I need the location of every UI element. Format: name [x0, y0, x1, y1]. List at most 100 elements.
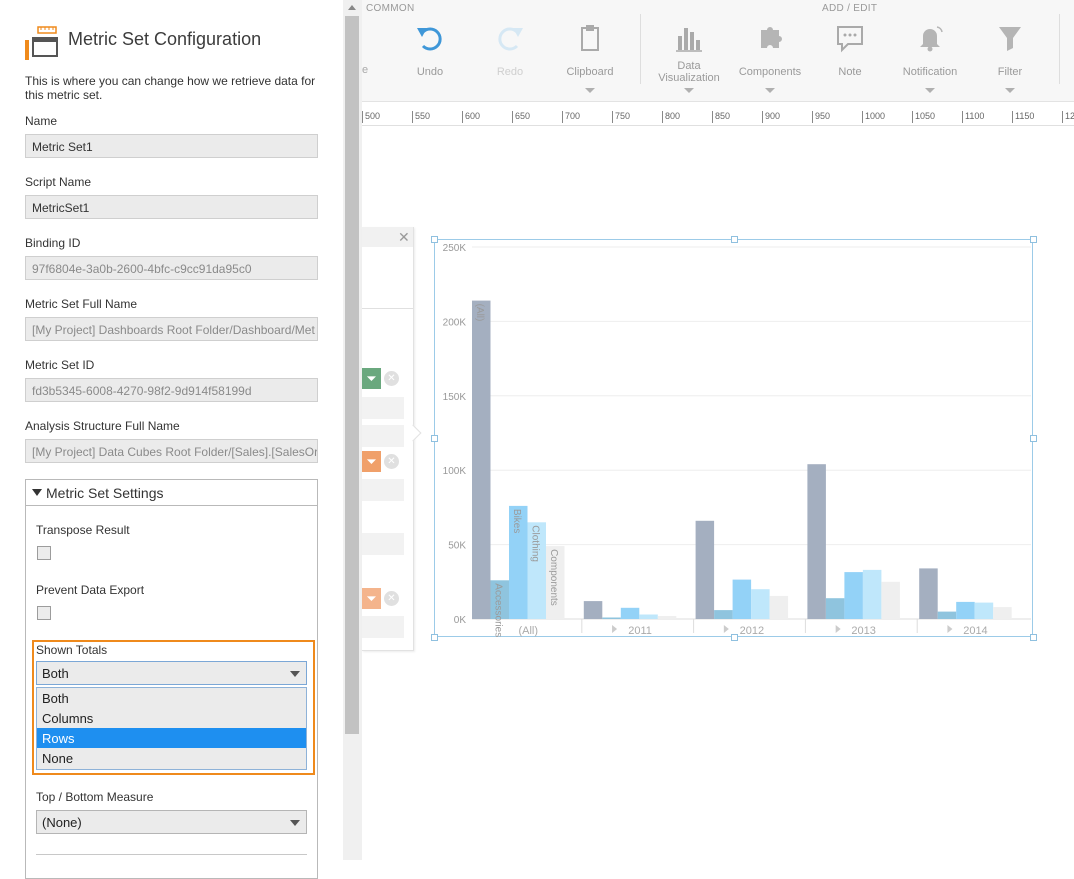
data-visualization-button[interactable]: Data Visualization — [654, 20, 724, 98]
chart-bar — [658, 616, 677, 619]
ruler-tick: 12 — [1062, 111, 1074, 123]
x-tick-label: 2012 — [740, 625, 764, 637]
notification-label: Notification — [895, 66, 965, 78]
chart-bar — [733, 580, 752, 619]
metric-set-settings-title: Metric Set Settings — [46, 485, 164, 501]
chart-bar — [602, 618, 621, 620]
data-visualization-label: Data Visualization — [654, 60, 724, 84]
shown-totals-option-rows[interactable]: Rows — [37, 728, 306, 748]
shown-totals-option-both[interactable]: Both — [37, 688, 306, 708]
chevron-down-icon[interactable] — [290, 671, 300, 677]
field-slot[interactable] — [362, 616, 404, 638]
toolbar-separator — [1059, 14, 1060, 84]
y-tick-label: 0K — [454, 615, 467, 626]
undo-label: Undo — [395, 66, 465, 78]
field-slot[interactable] — [362, 479, 404, 501]
metric-set-full-name-label: Metric Set Full Name — [25, 297, 137, 311]
chart-bar — [696, 521, 715, 619]
name-label: Name — [25, 114, 57, 128]
binding-id-label: Binding ID — [25, 236, 80, 250]
collapse-caret-icon[interactable] — [32, 489, 42, 496]
shown-totals-option-none[interactable]: None — [37, 748, 306, 768]
binding-id-field[interactable]: 97f6804e-3a0b-2600-4bfc-c9cc91da95c0 — [25, 256, 318, 280]
metric-set-settings-section: Metric Set Settings Transpose Result Pre… — [25, 479, 318, 879]
components-label: Components — [735, 66, 805, 78]
chart-bar — [751, 589, 770, 619]
clipboard-label: Clipboard — [555, 66, 625, 78]
shown-totals-select[interactable]: Both — [36, 661, 307, 685]
scroll-up-icon[interactable] — [348, 5, 356, 10]
series-data-label: (All) — [474, 304, 485, 322]
y-tick-label: 150K — [443, 392, 467, 403]
ruler-tick: 1100 — [962, 111, 984, 123]
data-panel-fragment: ✕ ⏷ ✕ ⏷ ✕ ⏷ ✕ — [362, 227, 414, 651]
chevron-down-icon[interactable] — [290, 820, 300, 826]
chart-bar — [993, 607, 1012, 619]
metric-set-full-name-field[interactable]: [My Project] Dashboards Root Folder/Dash… — [25, 317, 318, 341]
close-icon[interactable]: ✕ — [398, 229, 410, 246]
bar-chart[interactable]: 0K50K100K150K200K250K(All)AccessoriesBik… — [434, 239, 1034, 639]
panel-description: This is where you can change how we retr… — [25, 74, 325, 102]
scrollbar-thumb[interactable] — [345, 16, 359, 734]
shown-totals-options: Both Columns Rows None — [36, 687, 307, 770]
clipboard-icon — [575, 22, 605, 54]
analysis-structure-full-name-field[interactable]: [My Project] Data Cubes Root Folder/[Sal… — [25, 439, 318, 463]
ribbon-toolbar: COMMON ADD / EDIT e Undo Redo Clipboard — [362, 0, 1074, 102]
expand-arrow-icon[interactable] — [836, 625, 841, 633]
shown-totals-option-columns[interactable]: Columns — [37, 708, 306, 728]
chart-bar — [919, 568, 938, 619]
metric-set-settings-header[interactable]: Metric Set Settings — [26, 480, 317, 506]
notification-button[interactable]: Notification — [895, 20, 965, 98]
x-tick-label: 2014 — [963, 625, 987, 637]
bar-chart-icon — [674, 22, 704, 54]
panel-scrollbar[interactable] — [343, 0, 362, 860]
data-panel-header: ✕ — [362, 227, 413, 247]
ruler-tick: 800 — [662, 111, 680, 123]
metric-set-id-field[interactable]: fd3b5345-6008-4270-98f2-9d914f58199d — [25, 378, 318, 402]
shown-totals-label: Shown Totals — [36, 643, 107, 657]
components-button[interactable]: Components — [735, 20, 805, 98]
filter-button[interactable]: Filter — [975, 20, 1045, 98]
filter-icon — [995, 22, 1025, 54]
remove-icon[interactable]: ✕ — [384, 591, 399, 606]
dropdown-arrow-icon[interactable] — [585, 88, 595, 93]
note-button[interactable]: Note — [815, 20, 885, 98]
filter-icon[interactable]: ⏷ — [362, 368, 381, 389]
ruler-tick: 650 — [512, 111, 530, 123]
ruler-tick: 1000 — [862, 111, 885, 123]
ruler-tick: 600 — [462, 111, 480, 123]
dropdown-arrow-icon[interactable] — [1005, 88, 1015, 93]
top-bottom-measure-label: Top / Bottom Measure — [36, 790, 153, 804]
filter-icon[interactable]: ⏷ — [362, 451, 381, 472]
y-tick-label: 200K — [443, 317, 467, 328]
remove-icon[interactable]: ✕ — [384, 454, 399, 469]
prevent-data-export-checkbox[interactable] — [37, 606, 51, 620]
ruler-tick: 850 — [712, 111, 730, 123]
field-slot[interactable] — [362, 425, 404, 447]
top-bottom-measure-select[interactable]: (None) — [36, 810, 307, 834]
expand-arrow-icon[interactable] — [724, 625, 729, 633]
expand-arrow-icon[interactable] — [612, 625, 617, 633]
divider — [36, 854, 307, 855]
undo-button[interactable]: Undo — [395, 20, 465, 98]
chart-bar — [639, 615, 658, 620]
dropdown-arrow-icon[interactable] — [925, 88, 935, 93]
y-tick-label: 100K — [443, 466, 467, 477]
dropdown-arrow-icon[interactable] — [684, 88, 694, 93]
script-name-field[interactable]: MetricSet1 — [25, 195, 318, 219]
expand-arrow-icon[interactable] — [947, 625, 952, 633]
field-slot[interactable] — [362, 397, 404, 419]
script-name-label: Script Name — [25, 175, 91, 189]
name-field[interactable]: Metric Set1 — [25, 134, 318, 158]
remove-icon[interactable]: ✕ — [384, 371, 399, 386]
clipboard-button[interactable]: Clipboard — [555, 20, 625, 98]
redo-button[interactable]: Redo — [475, 20, 545, 98]
dropdown-arrow-icon[interactable] — [765, 88, 775, 93]
ruler-tick: 900 — [762, 111, 780, 123]
series-data-label: Accessories — [493, 583, 504, 637]
filter-icon[interactable]: ⏷ — [362, 588, 381, 609]
toolbar-separator — [640, 14, 641, 84]
field-slot[interactable] — [362, 533, 404, 555]
transpose-result-checkbox[interactable] — [37, 546, 51, 560]
series-data-label: Bikes — [511, 509, 522, 533]
